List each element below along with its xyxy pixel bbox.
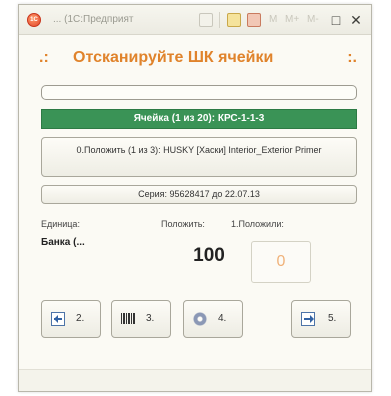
gear-icon — [193, 312, 207, 326]
save-icon[interactable] — [199, 13, 213, 27]
cell-indicator: Ячейка (1 из 20): КРС-1-1-3 — [41, 109, 357, 129]
app-window: 1С ... (1С:Предприят M M+ M- □ ✕ .: Отск… — [18, 4, 372, 392]
heading-left-decor: .: — [39, 49, 49, 66]
forward-arrow-icon — [301, 312, 315, 326]
placed-quantity-field[interactable]: 0 — [251, 241, 311, 283]
barcode-icon — [121, 313, 135, 324]
memory-minus-button[interactable]: M- — [307, 14, 319, 25]
series-button[interactable]: Серия: 95628417 до 22.07.13 — [41, 185, 357, 204]
close-button[interactable]: ✕ — [347, 11, 365, 29]
unit-value: Банка (... — [41, 237, 85, 248]
scan-progress-bar — [41, 85, 357, 100]
unit-label: Единица: — [41, 219, 80, 229]
title-bar: 1С ... (1С:Предприят M M+ M- □ ✕ — [19, 5, 371, 35]
window-footer — [19, 369, 371, 391]
scan-button[interactable]: 3. — [111, 300, 171, 338]
put-label: Положить: — [161, 219, 205, 229]
memory-plus-button[interactable]: M+ — [285, 14, 299, 25]
heading-right-decor: :. — [347, 49, 357, 66]
back-button[interactable]: 2. — [41, 300, 101, 338]
toolbar-divider — [219, 12, 220, 28]
calendar-icon[interactable] — [227, 13, 241, 27]
back-button-label: 2. — [76, 313, 85, 324]
scan-button-label: 3. — [146, 313, 155, 324]
place-item-button[interactable]: 0.Положить (1 из 3): HUSKY [Хаски] Inter… — [41, 137, 357, 177]
settings-button[interactable]: 4. — [183, 300, 243, 338]
put-quantity-value: 100 — [193, 245, 225, 266]
page-title: Отсканируйте ШК ячейки — [73, 49, 274, 66]
window-title: ... (1С:Предприят — [53, 14, 134, 25]
next-button[interactable]: 5. — [291, 300, 351, 338]
settings-button-label: 4. — [218, 313, 227, 324]
restore-button[interactable]: □ — [327, 11, 345, 29]
memory-button[interactable]: M — [269, 14, 277, 25]
back-arrow-icon — [51, 312, 65, 326]
calculator-icon[interactable] — [247, 13, 261, 27]
placed-label: 1.Положили: — [231, 219, 284, 229]
1c-logo-icon[interactable]: 1С — [27, 13, 41, 27]
next-button-label: 5. — [328, 313, 337, 324]
